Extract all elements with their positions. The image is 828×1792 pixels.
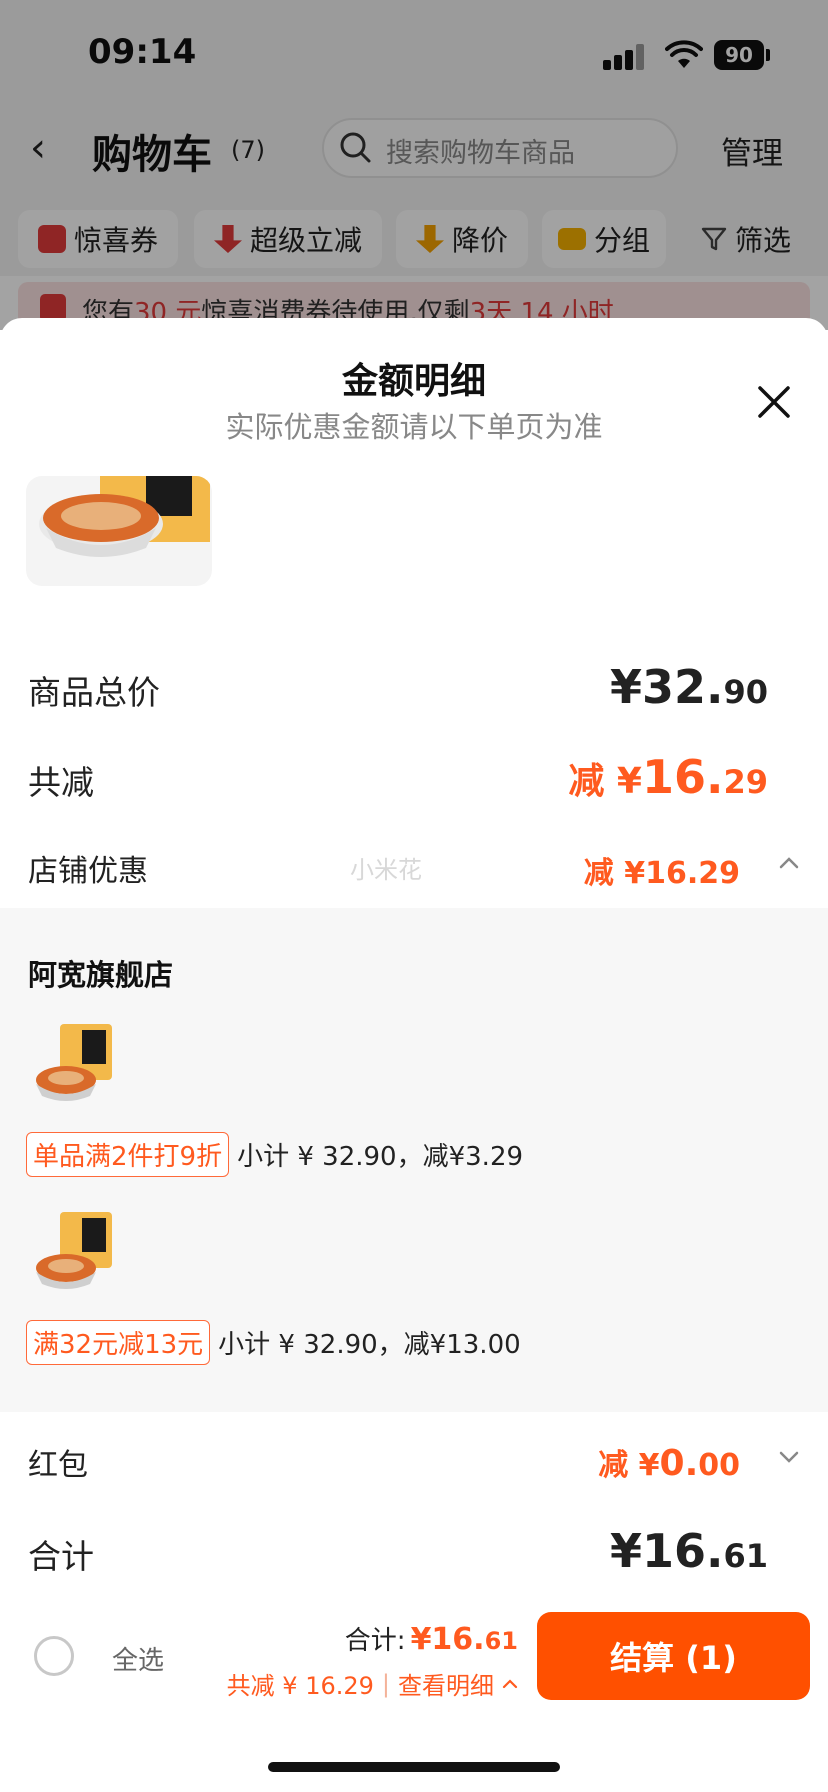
- promo-note: 小计 ¥ 32.90，减¥13.00: [218, 1330, 521, 1360]
- select-all-label[interactable]: 全选: [112, 1640, 164, 1677]
- select-all-checkbox[interactable]: [34, 1636, 74, 1676]
- promo-note: 小计 ¥ 32.90，减¥3.29: [237, 1142, 524, 1172]
- promo-product-thumbnail: [30, 1020, 116, 1106]
- promo-tag: 单品满2件打9折: [26, 1132, 230, 1177]
- product-image: [36, 1024, 112, 1101]
- view-details-link[interactable]: 查看明细: [398, 1666, 494, 1701]
- bottom-discount-summary: 共减 ¥ 16.29 | 查看明细: [227, 1666, 518, 1701]
- store-name: 阿宽旗舰店: [28, 958, 174, 992]
- product-thumbnail: [26, 476, 212, 586]
- sheet-title: 金额明细: [341, 361, 486, 402]
- total-price-value: ¥32.90: [609, 660, 768, 714]
- promo-row: 满32元减13元 小计 ¥ 32.90，减¥13.00: [26, 1320, 521, 1365]
- sum-label: 合计: [28, 1537, 94, 1576]
- shop-discount-value: 减 ¥16.29: [583, 856, 740, 891]
- chevron-down-icon[interactable]: [778, 1446, 800, 1468]
- product-image: [39, 476, 210, 557]
- sum-value: ¥16.61: [609, 1524, 768, 1578]
- promo-tag: 满32元减13元: [26, 1320, 211, 1365]
- promo-product-thumbnail: [30, 1208, 116, 1294]
- sheet-subtitle: 实际优惠金额请以下单页为准: [225, 410, 603, 444]
- total-discount-value: 减 ¥16.29: [568, 750, 768, 804]
- total-price-label: 商品总价: [28, 673, 160, 712]
- shop-discount-label: 店铺优惠: [28, 854, 148, 889]
- red-packet-label: 红包: [28, 1448, 88, 1483]
- watermark: 小米花: [350, 856, 422, 884]
- checkout-button[interactable]: 结算 (1): [537, 1612, 810, 1700]
- chevron-up-icon[interactable]: [502, 1676, 518, 1692]
- total-discount-label: 共减: [28, 763, 94, 802]
- home-indicator[interactable]: [268, 1762, 560, 1772]
- bottom-saved-text: 共减 ¥ 16.29: [226, 1672, 374, 1700]
- promo-row: 单品满2件打9折 小计 ¥ 32.90，减¥3.29: [26, 1132, 523, 1177]
- close-icon[interactable]: [754, 382, 794, 422]
- chevron-up-icon[interactable]: [778, 852, 800, 874]
- bottom-total: 合计: ¥16.61: [344, 1622, 518, 1657]
- modal-overlay[interactable]: [0, 0, 828, 330]
- product-image: [36, 1212, 112, 1289]
- red-packet-value: 减 ¥0.00: [598, 1443, 740, 1484]
